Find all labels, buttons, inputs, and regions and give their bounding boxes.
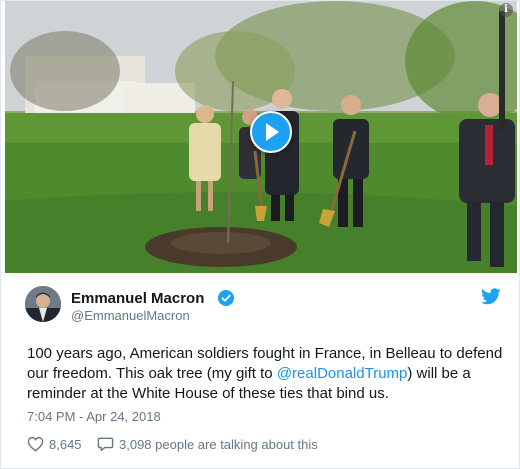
mention-link[interactable]: @realDonaldTrump	[277, 365, 408, 382]
heart-icon[interactable]	[27, 436, 44, 452]
display-name[interactable]: Emmanuel Macron	[71, 290, 204, 307]
twitter-bird-icon[interactable]	[481, 288, 501, 305]
verified-badge-icon	[218, 290, 234, 306]
comment-icon[interactable]	[97, 436, 114, 452]
info-icon[interactable]: i	[499, 3, 513, 17]
avatar-portrait-icon	[25, 286, 61, 322]
avatar[interactable]	[25, 286, 61, 322]
like-count[interactable]: 8,645	[49, 437, 82, 452]
tweet-header: Emmanuel Macron @EmmanuelMacron	[25, 286, 503, 326]
tweet-text: 100 years ago, American soldiers fought …	[27, 344, 507, 404]
video-thumbnail[interactable]: i	[5, 1, 517, 273]
talking-about-link[interactable]: 3,098 people are talking about this	[119, 437, 318, 452]
tweet-timestamp[interactable]: 7:04 PM - Apr 24, 2018	[27, 409, 161, 424]
user-handle[interactable]: @EmmanuelMacron	[71, 308, 190, 323]
play-button[interactable]	[250, 111, 292, 153]
embedded-tweet-card: i Emmanuel Macron @EmmanuelMacron 100 ye…	[0, 0, 520, 469]
